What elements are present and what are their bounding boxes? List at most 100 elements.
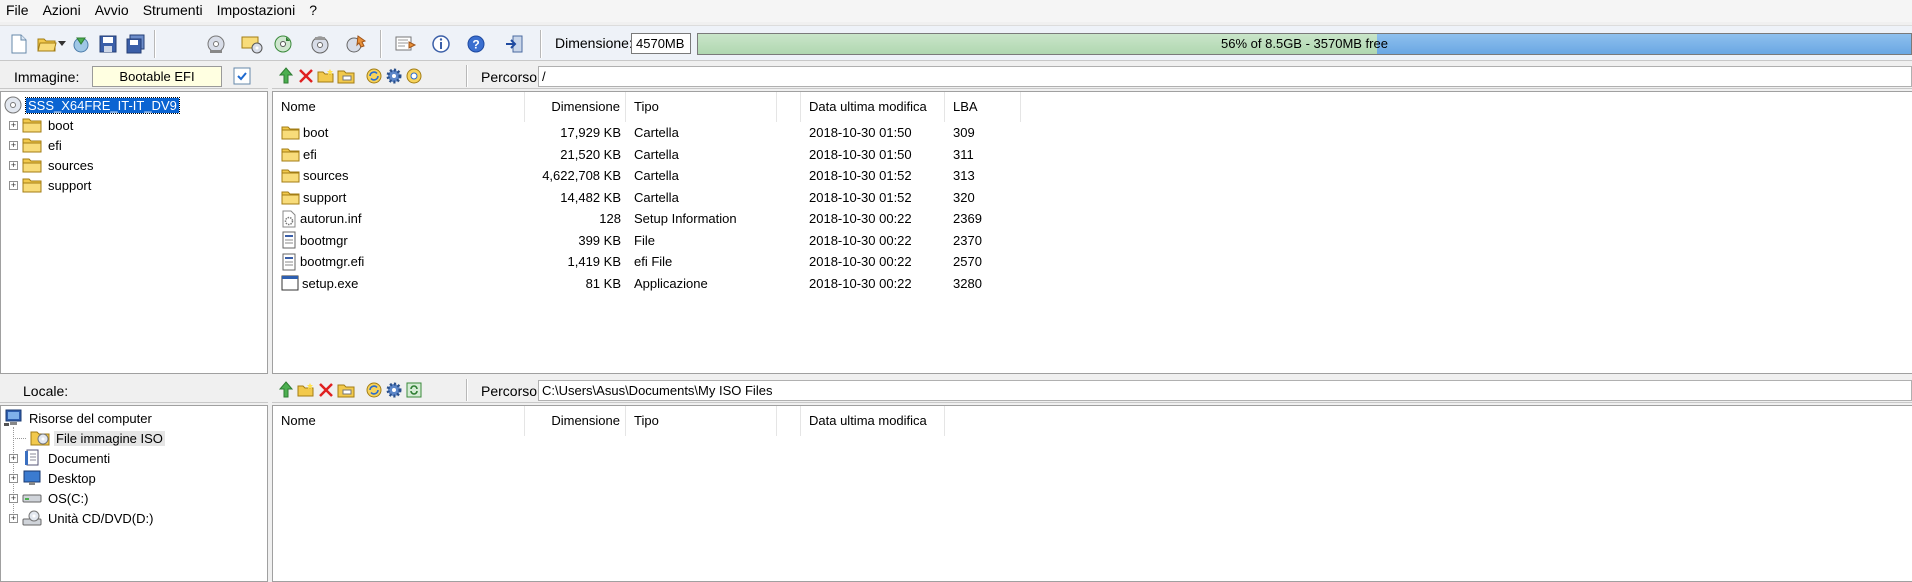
folder-icon	[22, 178, 42, 193]
delete-icon[interactable]	[316, 380, 336, 400]
tree-item-iso-files[interactable]: File immagine ISO	[13, 428, 165, 448]
file-name: bootmgr	[300, 232, 348, 248]
new-icon[interactable]	[8, 33, 30, 55]
column-header-type[interactable]: Tipo	[626, 92, 777, 122]
open-dropdown-icon[interactable]	[56, 33, 68, 55]
column-header-date[interactable]: Data ultima modifica	[801, 92, 945, 122]
table-row[interactable]: autorun.inf 128 Setup Information 2018-10-3…	[273, 208, 1912, 229]
menu-azioni[interactable]: Azioni	[37, 0, 89, 22]
menu-file[interactable]: File	[0, 0, 37, 22]
cell-lba: 320	[953, 189, 975, 205]
tree-item-cd-drive[interactable]: + Unità CD/DVD(D:)	[9, 508, 155, 528]
cell-name: efi	[281, 144, 521, 165]
tree-item-boot[interactable]: + boot	[9, 115, 75, 135]
save-icon[interactable]	[97, 33, 119, 55]
table-row[interactable]: efi 21,520 KB Cartella 2018-10-30 01:50 311	[273, 144, 1912, 165]
refresh-icon[interactable]	[364, 66, 384, 86]
go-up-icon[interactable]	[276, 380, 296, 400]
cell-size: 81 KB	[585, 275, 621, 291]
column-header-name[interactable]: Nome	[273, 406, 525, 436]
new-folder-icon[interactable]	[296, 380, 316, 400]
menu-strumenti[interactable]: Strumenti	[137, 0, 211, 22]
mount-icon[interactable]	[241, 33, 263, 55]
boot-properties-icon[interactable]	[232, 66, 252, 86]
cell-date: 2018-10-30 00:22	[809, 232, 912, 248]
table-row[interactable]: bootmgr.efi 1,419 KB efi File 2018-10-30 00…	[273, 251, 1912, 272]
properties-icon[interactable]	[430, 33, 452, 55]
virtual-drive-icon[interactable]	[345, 33, 367, 55]
exit-icon[interactable]	[503, 33, 525, 55]
sync-icon[interactable]	[404, 380, 424, 400]
boot-type-field[interactable]: Bootable EFI	[92, 66, 222, 87]
image-file-list: Nome Dimensione Tipo Data ultima modific…	[272, 91, 1912, 374]
table-row[interactable]: support 14,482 KB Cartella 2018-10-30 01:52…	[273, 187, 1912, 208]
cell-lba: 2369	[953, 211, 982, 226]
cd-image-icon	[4, 96, 22, 114]
column-header-date[interactable]: Data ultima modifica	[801, 406, 945, 436]
tree-root-image[interactable]: SSS_X64FRE_IT-IT_DV9	[4, 95, 180, 115]
image-path-field[interactable]: /	[538, 66, 1912, 87]
open-icon[interactable]	[36, 33, 58, 55]
local-path-field[interactable]: C:\Users\Asus\Documents\My ISO Files	[538, 380, 1912, 401]
save-as-icon[interactable]	[125, 33, 147, 55]
tree-item-os-c[interactable]: + OS(C:)	[9, 488, 90, 508]
table-row[interactable]: sources 4,622,708 KB Cartella 2018-10-30 01…	[273, 165, 1912, 186]
burn-icon[interactable]	[309, 33, 331, 55]
view-options-icon[interactable]	[404, 66, 424, 86]
expand-icon[interactable]: +	[9, 513, 18, 523]
capacity-bar: 56% of 8.5GB - 3570MB free	[697, 33, 1912, 55]
column-header-lba[interactable]: LBA	[945, 92, 1021, 122]
extract-icon[interactable]	[70, 33, 92, 55]
make-cd-icon[interactable]	[205, 33, 227, 55]
table-row[interactable]: boot 17,929 KB Cartella 2018-10-30 01:50 309	[273, 122, 1912, 143]
column-header-type[interactable]: Tipo	[626, 406, 777, 436]
cell-type: Applicazione	[634, 275, 708, 291]
tree-item-desktop[interactable]: + Desktop	[9, 468, 98, 488]
cell-date: 2018-10-30 01:52	[809, 189, 912, 205]
tree-root-computer[interactable]: Risorse del computer	[3, 408, 154, 428]
hard-drive-icon	[22, 494, 42, 503]
tree-item-support[interactable]: + support	[9, 175, 93, 195]
expand-icon[interactable]: +	[9, 140, 18, 150]
tree-item-sources[interactable]: + sources	[9, 155, 96, 175]
settings-gear-icon[interactable]	[384, 66, 404, 86]
menu-impostazioni[interactable]: Impostazioni	[211, 0, 304, 22]
folder-icon	[281, 147, 300, 162]
menu-help[interactable]: ?	[303, 0, 325, 22]
dimension-selector[interactable]: 4570MB	[631, 33, 691, 54]
tree-item-label: File immagine ISO	[54, 430, 165, 446]
go-up-icon[interactable]	[276, 66, 296, 86]
rename-icon[interactable]	[336, 66, 356, 86]
new-folder-icon[interactable]	[316, 66, 336, 86]
compress-icon[interactable]	[272, 33, 294, 55]
table-row[interactable]: bootmgr 399 KB File 2018-10-30 00:22 2370	[273, 230, 1912, 251]
file-name: efi	[303, 146, 317, 162]
expand-icon[interactable]: +	[9, 473, 18, 483]
capacity-text: 56% of 8.5GB - 3570MB free	[1221, 36, 1388, 51]
menu-avvio[interactable]: Avvio	[89, 0, 137, 22]
column-header-size[interactable]: Dimensione	[525, 406, 626, 436]
application-icon	[281, 275, 299, 291]
cell-name: bootmgr	[281, 230, 521, 251]
file-name: bootmgr.efi	[300, 254, 365, 269]
delete-icon[interactable]	[296, 66, 316, 86]
tree-item-documents[interactable]: + Documenti	[9, 448, 112, 468]
options-icon[interactable]	[395, 33, 417, 55]
file-name: autorun.inf	[300, 211, 362, 226]
column-header-name[interactable]: Nome	[273, 92, 525, 122]
rename-icon[interactable]	[336, 380, 356, 400]
expand-icon[interactable]: +	[9, 120, 18, 130]
expand-icon[interactable]: +	[9, 180, 18, 190]
refresh-icon[interactable]	[364, 380, 384, 400]
settings-gear-icon[interactable]	[384, 380, 404, 400]
table-row[interactable]: setup.exe 81 KB Applicazione 2018-10-30 00:…	[273, 273, 1912, 294]
tree-item-label: Documenti	[48, 450, 111, 466]
folder-icon	[281, 125, 300, 140]
column-header-size[interactable]: Dimensione	[525, 92, 626, 122]
expand-icon[interactable]: +	[9, 453, 18, 463]
tree-item-efi[interactable]: + efi	[9, 135, 64, 155]
expand-icon[interactable]: +	[9, 493, 18, 503]
help-icon[interactable]: ?	[465, 33, 487, 55]
expand-icon[interactable]: +	[9, 160, 18, 170]
cell-lba: 309	[953, 125, 975, 140]
